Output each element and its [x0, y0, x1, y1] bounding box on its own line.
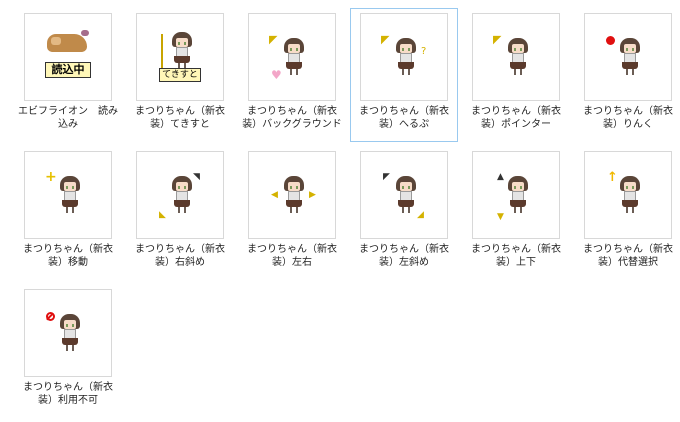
file-label: エビフライオン 読み込み — [18, 106, 118, 130]
text-cursor-icon: てきすと — [136, 13, 224, 101]
move-cursor-icon: + — [24, 151, 112, 239]
diagonal-left-cursor-icon: ◤ ◢ — [360, 151, 448, 239]
file-label: まつりちゃん（新衣装）右斜め — [135, 244, 225, 268]
link-cursor-icon — [584, 13, 672, 101]
vertical-cursor-icon: ▲ ▼ — [472, 151, 560, 239]
ebi-fry-loading-icon: 読込中 — [24, 13, 112, 101]
file-label: まつりちゃん（新衣装）代替選択 — [583, 244, 673, 268]
file-item[interactable]: ◤ ◢ まつりちゃん（新衣装）左斜め — [350, 146, 458, 280]
file-item[interactable]: まつりちゃん（新衣装）りんく — [574, 8, 680, 142]
file-item[interactable]: てきすと まつりちゃん（新衣装）てきすと — [126, 8, 234, 142]
text-badge: てきすと — [159, 68, 201, 82]
file-label: まつりちゃん（新衣装）へるぷ — [359, 106, 449, 130]
file-item[interactable]: ◥ ◣ まつりちゃん（新衣装）右斜め — [126, 146, 234, 280]
unavailable-cursor-icon — [24, 289, 112, 377]
file-label: まつりちゃん（新衣装）てきすと — [135, 106, 225, 130]
file-item[interactable]: ◤ まつりちゃん（新衣装）ポインター — [462, 8, 570, 142]
help-cursor-icon: ◤ ? — [360, 13, 448, 101]
file-label: まつりちゃん（新衣装）上下 — [471, 244, 561, 268]
file-grid: 読込中 エビフライオン 読み込み てきすと まつりちゃん（新衣装）てきすと ◤ … — [14, 8, 680, 422]
horizontal-cursor-icon: ◀ ▶ — [248, 151, 336, 239]
diagonal-right-cursor-icon: ◥ ◣ — [136, 151, 224, 239]
file-label: まつりちゃん（新衣装）左右 — [247, 244, 337, 268]
file-label: まつりちゃん（新衣装）りんく — [583, 106, 673, 130]
file-item[interactable]: 読込中 エビフライオン 読み込み — [14, 8, 122, 142]
file-item[interactable]: + まつりちゃん（新衣装）移動 — [14, 146, 122, 280]
alternate-select-cursor-icon: ↑ — [584, 151, 672, 239]
pointer-cursor-icon: ◤ — [472, 13, 560, 101]
file-item[interactable]: まつりちゃん（新衣装）利用不可 — [14, 284, 122, 418]
file-item[interactable]: ◤ ♥ まつりちゃん（新衣装）バックグラウンド — [238, 8, 346, 142]
file-label: まつりちゃん（新衣装）バックグラウンド — [242, 106, 342, 130]
file-item[interactable]: ◀ ▶ まつりちゃん（新衣装）左右 — [238, 146, 346, 280]
file-item[interactable]: ↑ まつりちゃん（新衣装）代替選択 — [574, 146, 680, 280]
file-item[interactable]: ◤ ? まつりちゃん（新衣装）へるぷ — [350, 8, 458, 142]
background-cursor-icon: ◤ ♥ — [248, 13, 336, 101]
file-item[interactable]: ▲ ▼ まつりちゃん（新衣装）上下 — [462, 146, 570, 280]
file-label: まつりちゃん（新衣装）左斜め — [359, 244, 449, 268]
loading-badge: 読込中 — [45, 62, 91, 78]
file-label: まつりちゃん（新衣装）利用不可 — [23, 382, 113, 406]
file-label: まつりちゃん（新衣装）移動 — [23, 244, 113, 268]
file-label: まつりちゃん（新衣装）ポインター — [471, 106, 561, 130]
